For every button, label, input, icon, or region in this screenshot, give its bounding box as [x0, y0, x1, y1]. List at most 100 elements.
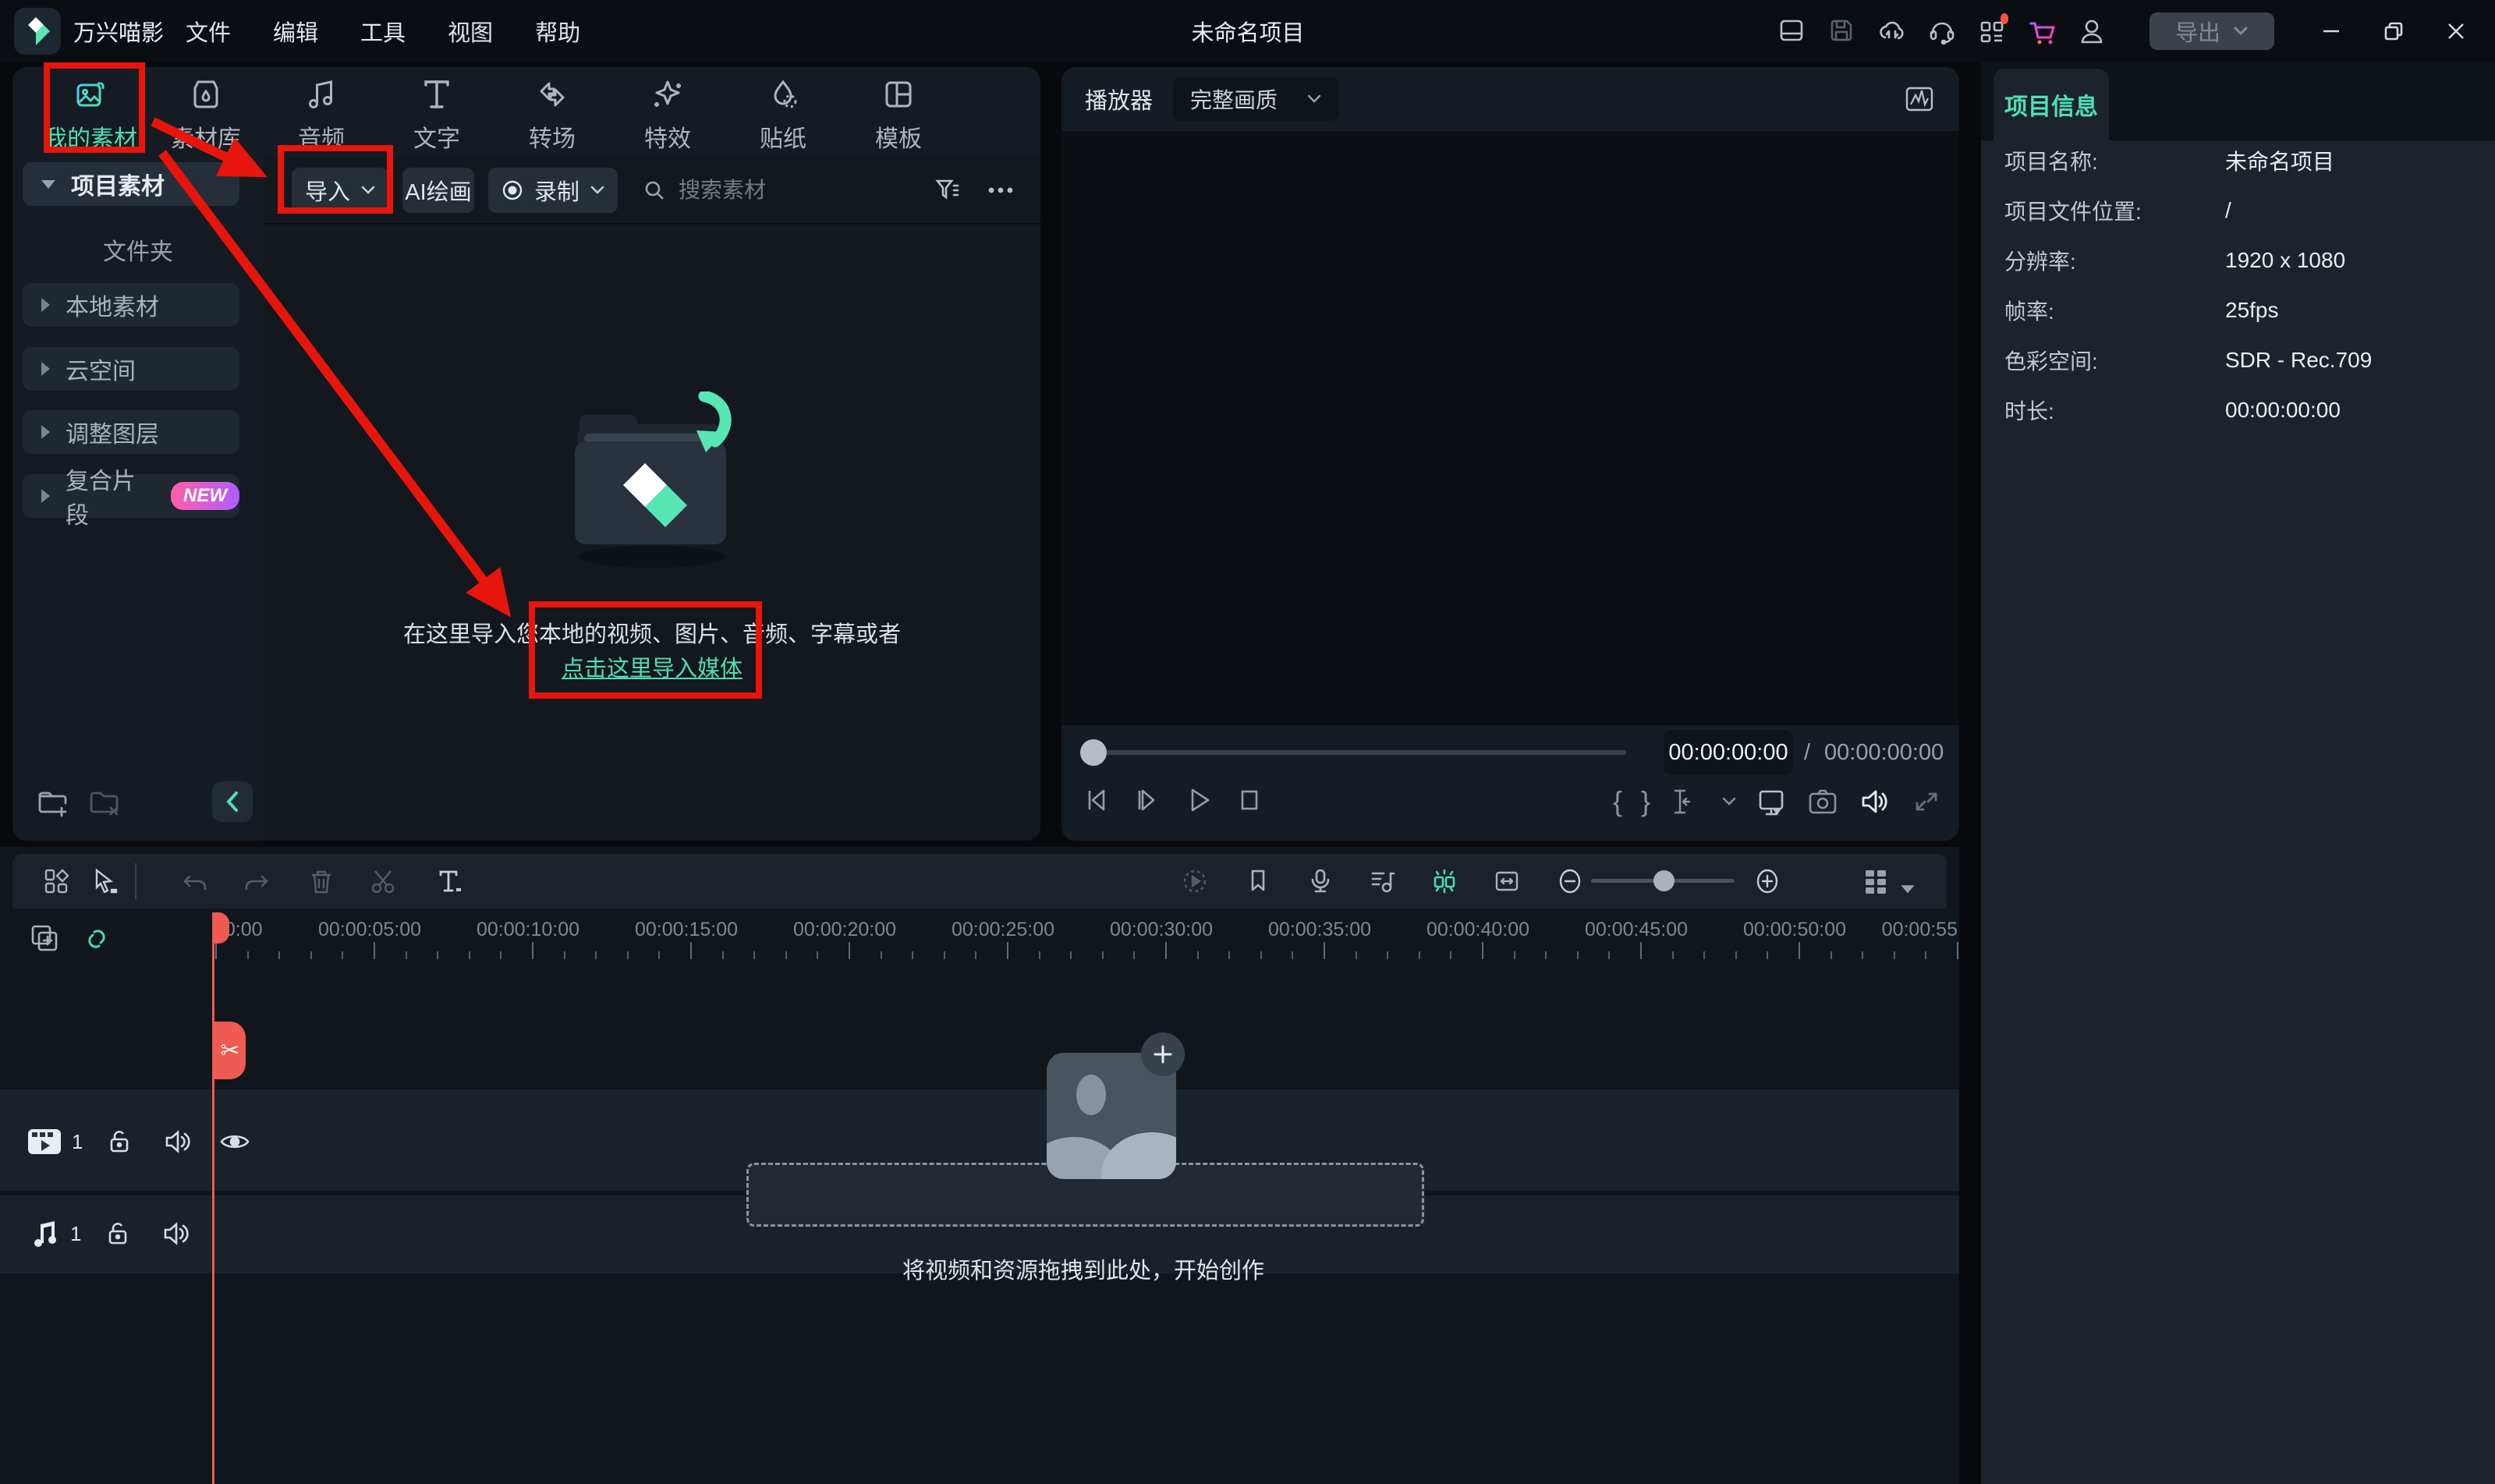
redo-icon[interactable]	[242, 867, 270, 895]
delete-folder-icon[interactable]	[87, 786, 122, 820]
search-input[interactable]	[677, 177, 883, 204]
quality-select[interactable]: 完整画质	[1173, 77, 1339, 121]
lock-track-icon[interactable]	[103, 1219, 133, 1248]
tab-label: 特效	[644, 126, 691, 152]
current-timecode[interactable]: 00:00:00:00	[1664, 730, 1793, 775]
mute-track-icon[interactable]	[162, 1127, 193, 1156]
cloud-sync-icon[interactable]	[1877, 16, 1908, 47]
tab-templates[interactable]: 模板	[841, 67, 956, 158]
chevron-down-icon[interactable]	[1722, 797, 1736, 806]
mark-out-button[interactable]: }	[1641, 786, 1650, 817]
add-track-icon[interactable]	[28, 922, 61, 955]
tab-text[interactable]: 文字	[379, 67, 494, 158]
menu-tools[interactable]: 工具	[360, 15, 406, 48]
ruler-tick	[1482, 942, 1483, 959]
record-button[interactable]: 录制	[488, 168, 618, 213]
minimize-button[interactable]	[2318, 18, 2344, 44]
playhead-handle[interactable]	[212, 912, 229, 944]
zoom-out-button[interactable]	[1556, 867, 1584, 895]
select-tool-icon[interactable]	[90, 867, 119, 895]
link-clips-icon[interactable]	[81, 923, 112, 955]
sidebar-item-folder[interactable]: 文件夹	[12, 232, 264, 267]
store-cart-icon[interactable]	[2026, 16, 2057, 47]
marker-icon[interactable]	[1244, 867, 1272, 895]
sidebar-item-cloud-space[interactable]: 云空间	[23, 347, 239, 391]
menu-help[interactable]: 帮助	[535, 15, 580, 48]
text-tool-icon[interactable]	[434, 867, 462, 895]
playhead-split-button[interactable]: ✂	[214, 1022, 246, 1079]
sidebar-item-compound-clip[interactable]: 复合片段 NEW	[23, 469, 239, 529]
add-media-badge[interactable]	[1141, 1032, 1185, 1076]
info-row: 项目文件位置: /	[2004, 197, 2483, 225]
split-mode-icon[interactable]	[1430, 867, 1458, 895]
stop-button[interactable]	[1235, 785, 1266, 816]
tab-transitions[interactable]: 转场	[494, 67, 610, 158]
fullscreen-button[interactable]	[1911, 786, 1942, 817]
hide-track-icon[interactable]	[218, 1127, 251, 1156]
sidebar-item-local-media[interactable]: 本地素材	[23, 283, 239, 327]
menu-edit[interactable]: 编辑	[273, 15, 318, 48]
media-browser-toggle-icon[interactable]	[43, 867, 71, 895]
sidebar-item-adjustment-layer[interactable]: 调整图层	[23, 410, 239, 454]
sidebar-item-project-media[interactable]: 项目素材	[23, 162, 239, 206]
save-icon[interactable]	[1827, 16, 1858, 47]
next-frame-button[interactable]	[1132, 785, 1163, 816]
more-options-icon[interactable]	[987, 186, 1014, 194]
tab-stickers[interactable]: 贴纸	[725, 67, 841, 158]
render-preview-icon[interactable]	[1181, 867, 1209, 895]
undo-icon[interactable]	[182, 867, 210, 895]
snapshot-button[interactable]	[1806, 785, 1839, 818]
voiceover-mic-icon[interactable]	[1306, 867, 1334, 895]
layout-panel-icon[interactable]	[1777, 16, 1808, 47]
close-button[interactable]	[2443, 18, 2469, 44]
scopes-button[interactable]	[1903, 83, 1936, 115]
cut-icon[interactable]	[369, 867, 397, 895]
restore-button[interactable]	[2380, 18, 2407, 44]
tab-stock-library[interactable]: 素材库	[148, 67, 264, 158]
collapse-panel-button[interactable]	[212, 781, 253, 822]
trim-tool-button[interactable]	[1669, 786, 1703, 817]
menu-view[interactable]: 视图	[448, 15, 493, 48]
chevron-down-icon[interactable]	[1900, 876, 1916, 904]
apps-grid-icon[interactable]	[1976, 13, 2008, 47]
play-button[interactable]	[1183, 785, 1214, 816]
mark-in-button[interactable]: {	[1613, 786, 1622, 817]
zoom-slider-thumb[interactable]	[1653, 870, 1675, 891]
ruler-tick	[215, 942, 217, 959]
audio-mixer-icon[interactable]	[1368, 867, 1396, 895]
mute-track-icon[interactable]	[161, 1219, 192, 1248]
import-folder-illustration[interactable]	[531, 391, 773, 579]
tab-audio[interactable]: 音频	[264, 67, 379, 158]
search-box[interactable]	[643, 177, 883, 204]
account-icon[interactable]	[2076, 16, 2107, 47]
tab-effects[interactable]: 特效	[610, 67, 725, 158]
volume-button[interactable]	[1858, 785, 1892, 819]
zoom-in-button[interactable]	[1753, 867, 1781, 895]
import-media-link[interactable]: 点击这里导入媒体	[562, 650, 742, 683]
field-value: 未命名项目	[2225, 150, 2335, 174]
export-button[interactable]: 导出	[2149, 12, 2274, 50]
track-manager-icon[interactable]	[1862, 867, 1890, 895]
tab-my-media[interactable]: 我的素材	[33, 67, 148, 158]
ruler-tick	[595, 951, 597, 959]
filter-icon[interactable]	[933, 176, 961, 204]
ruler-label: 00:00:50:00	[1742, 919, 1847, 940]
tab-project-info[interactable]: 项目信息	[1994, 69, 2109, 140]
playhead[interactable]	[212, 912, 214, 1484]
timeline-ruler[interactable]: 00:00 00:00:05:00 00:00:10:00 00:00:15:0…	[211, 912, 1959, 961]
scissors-icon: ✂	[220, 1037, 240, 1064]
zoom-fit-icon[interactable]	[1493, 867, 1521, 895]
player-preview[interactable]	[1061, 131, 1959, 725]
delete-icon[interactable]	[307, 867, 335, 895]
seek-bar[interactable]	[1090, 750, 1626, 755]
lock-track-icon[interactable]	[105, 1127, 134, 1156]
ruler-tick	[1165, 942, 1167, 959]
menu-file[interactable]: 文件	[186, 15, 231, 48]
import-button[interactable]: 导入	[292, 168, 388, 213]
ai-paint-button[interactable]: AI绘画	[402, 168, 474, 213]
previous-frame-button[interactable]	[1080, 785, 1111, 816]
mirror-display-button[interactable]	[1755, 785, 1788, 818]
new-folder-icon[interactable]	[36, 786, 70, 820]
seek-thumb[interactable]	[1080, 739, 1107, 766]
support-headset-icon[interactable]	[1926, 16, 1958, 47]
